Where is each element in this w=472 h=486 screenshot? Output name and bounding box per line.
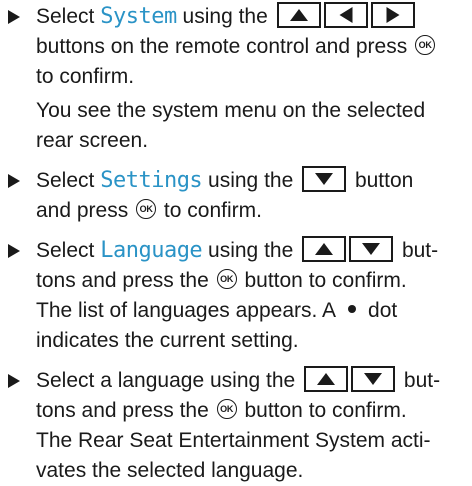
menu-item-system: System bbox=[100, 4, 177, 29]
step3-line3: The list of languages appears. A dot bbox=[36, 296, 397, 326]
text: dot bbox=[368, 299, 398, 322]
step3-line1: Select Language using the but- bbox=[36, 236, 438, 266]
text: Select bbox=[36, 5, 95, 28]
text: button to confirm. bbox=[244, 269, 407, 292]
left-button-icon bbox=[323, 2, 368, 29]
text: tons and press the bbox=[36, 399, 209, 422]
selection-dot-icon bbox=[348, 305, 357, 314]
bullet-arrow-icon bbox=[8, 374, 20, 388]
text: Select bbox=[36, 239, 95, 262]
right-button-icon bbox=[370, 2, 415, 29]
step1-line2: buttons on the remote control and press … bbox=[36, 32, 437, 62]
down-button-icon bbox=[302, 166, 347, 193]
text: Select a language using the bbox=[36, 369, 296, 392]
step1-result-line2: rear screen. bbox=[36, 129, 149, 152]
ok-button-icon: OK bbox=[216, 399, 237, 420]
step3-line2: tons and press the OK button to confirm. bbox=[36, 266, 407, 296]
text: buttons on the remote control and press bbox=[36, 35, 408, 58]
ok-button-icon: OK bbox=[415, 35, 436, 56]
text: and press bbox=[36, 199, 129, 222]
text: but- bbox=[403, 369, 441, 392]
ok-button-icon: OK bbox=[216, 269, 237, 290]
text: button to confirm. bbox=[244, 399, 407, 422]
text: using the bbox=[182, 5, 268, 28]
menu-item-settings: Settings bbox=[100, 168, 203, 193]
step2-line1: Select Settings using the button bbox=[36, 166, 413, 196]
down-button-icon bbox=[351, 366, 396, 393]
step1-line1: Select System using the bbox=[36, 2, 418, 32]
text: button bbox=[354, 169, 414, 192]
step1-line3: to confirm. bbox=[36, 65, 135, 88]
bullet-arrow-icon bbox=[8, 10, 20, 24]
step1-result-line1: You see the system menu on the selected bbox=[36, 99, 426, 122]
step4-line1: Select a language using the but- bbox=[36, 366, 440, 396]
text: The list of languages appears. A bbox=[36, 299, 337, 322]
step4-line4: vates the selected language. bbox=[36, 459, 304, 482]
text: to confirm. bbox=[163, 199, 262, 222]
ok-button-icon: OK bbox=[136, 199, 157, 220]
up-button-icon bbox=[304, 366, 349, 393]
text: but- bbox=[401, 239, 439, 262]
text: tons and press the bbox=[36, 269, 209, 292]
text: using the bbox=[208, 239, 294, 262]
step4-line3: The Rear Seat Entertainment System acti- bbox=[36, 429, 431, 452]
step2-line2: and press OK to confirm. bbox=[36, 196, 262, 226]
bullet-arrow-icon bbox=[8, 244, 20, 258]
up-button-icon bbox=[302, 236, 347, 263]
down-button-icon bbox=[349, 236, 394, 263]
bullet-arrow-icon bbox=[8, 174, 20, 188]
text: Select bbox=[36, 169, 95, 192]
menu-item-language: Language bbox=[100, 238, 203, 263]
text: using the bbox=[208, 169, 294, 192]
step4-line2: tons and press the OK button to confirm. bbox=[36, 396, 407, 426]
up-button-icon bbox=[276, 2, 321, 29]
step3-line4: indicates the current setting. bbox=[36, 329, 299, 352]
